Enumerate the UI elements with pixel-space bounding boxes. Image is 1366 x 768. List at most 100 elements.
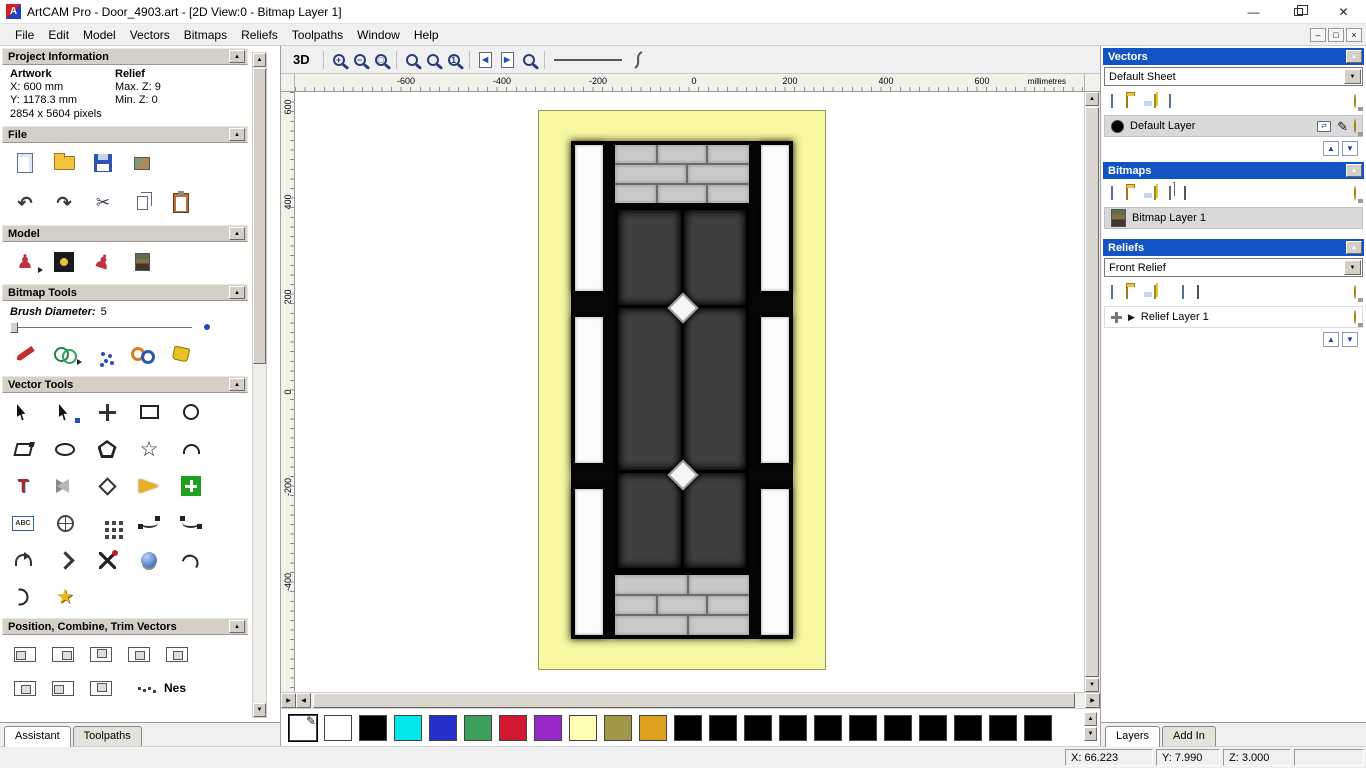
restore-button[interactable] xyxy=(1276,0,1321,23)
subtract-icon[interactable] xyxy=(50,675,76,701)
align-center-icon[interactable] xyxy=(164,641,190,667)
create-rectangle-icon[interactable] xyxy=(136,399,162,425)
color-swatch[interactable] xyxy=(779,714,807,741)
scroll-up-button[interactable]: ▲ xyxy=(253,53,266,67)
collapse-position-button[interactable]: ▲ xyxy=(229,620,245,633)
color-swatch[interactable] xyxy=(954,714,982,741)
collapse-bitmaps-button[interactable]: ▲ xyxy=(1346,164,1362,177)
zoom-objects-icon[interactable] xyxy=(426,53,439,66)
model-pose-icon[interactable]: ♟ xyxy=(90,249,116,275)
mdi-minimize-button[interactable]: – xyxy=(1310,27,1326,42)
cut-icon[interactable]: ✂ xyxy=(90,190,116,216)
color-swatch[interactable] xyxy=(814,714,842,741)
import-relief-icon[interactable] xyxy=(1154,285,1156,299)
active-color-swatch[interactable]: ✎ xyxy=(288,713,318,742)
zoom-in-icon[interactable]: + xyxy=(332,53,345,66)
relief-grid-icon[interactable] xyxy=(1197,285,1199,299)
array-icon[interactable] xyxy=(126,675,152,701)
color-swatch[interactable] xyxy=(604,714,632,741)
zoom-scale-icon[interactable]: 1 xyxy=(447,53,460,66)
scroll-left-button[interactable]: ◀ xyxy=(296,693,311,708)
create-star-icon[interactable]: ☆ xyxy=(136,436,162,462)
combine-icon[interactable] xyxy=(12,675,38,701)
toggle-all-visibility-icon[interactable] xyxy=(1354,285,1356,299)
brush-diameter-slider[interactable] xyxy=(10,321,240,334)
bitmaps-header[interactable]: Bitmaps ▲ xyxy=(1103,162,1364,179)
add-relief-icon[interactable] xyxy=(1111,311,1122,323)
scroll-down-button[interactable]: ▼ xyxy=(1085,678,1099,692)
move-layer-up-button[interactable]: ▲ xyxy=(1323,332,1339,347)
layer-visibility-icon[interactable] xyxy=(1354,119,1356,133)
transform-tool-icon[interactable] xyxy=(94,399,120,425)
paste-icon[interactable] xyxy=(168,190,194,216)
collapse-project-information-button[interactable]: ▲ xyxy=(229,50,245,63)
scroll-thumb[interactable] xyxy=(313,693,1075,708)
save-model-icon[interactable] xyxy=(90,150,116,176)
scroll-right-button[interactable]: ▶ xyxy=(1085,693,1100,708)
menu-help[interactable]: Help xyxy=(407,26,446,44)
pane-toggle-button[interactable]: ▶ xyxy=(281,693,296,708)
collapse-vectors-button[interactable]: ▲ xyxy=(1346,50,1362,63)
flood-fill-icon[interactable] xyxy=(129,341,155,367)
sheet-selector[interactable]: Default Sheet ▼ xyxy=(1104,67,1363,86)
collapse-model-button[interactable]: ▲ xyxy=(229,227,245,240)
spray-icon[interactable] xyxy=(90,341,116,367)
layer-visibility-icon[interactable] xyxy=(1354,310,1356,324)
paint-brush-icon[interactable] xyxy=(12,341,38,367)
tab-toolpaths[interactable]: Toolpaths xyxy=(72,726,142,746)
align-top-icon[interactable] xyxy=(88,641,114,667)
position-combine-trim-header[interactable]: Position, Combine, Trim Vectors ▲ xyxy=(2,618,248,635)
model-preview-icon[interactable] xyxy=(51,249,77,275)
create-polyline-icon[interactable] xyxy=(10,436,36,462)
new-relief-layer-icon[interactable] xyxy=(1111,285,1113,299)
collapse-bitmap-tools-button[interactable]: ▲ xyxy=(229,286,245,299)
fillet-curves-icon[interactable] xyxy=(136,510,162,536)
scroll-thumb[interactable] xyxy=(1085,107,1099,677)
measure-tool-icon[interactable] xyxy=(94,473,120,499)
mirror-curve-icon[interactable] xyxy=(10,584,36,610)
scroll-thumb[interactable] xyxy=(253,68,266,364)
texture-wrap-icon[interactable] xyxy=(52,510,78,536)
layer-colour-swatch[interactable] xyxy=(1111,119,1124,133)
move-layer-down-button[interactable]: ▼ xyxy=(1342,332,1358,347)
edit-layer-icon[interactable]: ✎ xyxy=(1337,120,1348,133)
paste-weave-icon[interactable] xyxy=(178,473,204,499)
palette-up-button[interactable]: ▲ xyxy=(1084,712,1097,726)
project-information-header[interactable]: Project Information ▲ xyxy=(2,48,248,65)
tab-add-in[interactable]: Add In xyxy=(1162,726,1216,746)
vector-layer-row[interactable]: Default Layer ⇄ ✎ xyxy=(1104,115,1363,137)
color-swatch[interactable] xyxy=(639,714,667,741)
align-bottom-icon[interactable] xyxy=(126,641,152,667)
color-swatch[interactable] xyxy=(569,714,597,741)
dropdown-arrow-icon[interactable]: ▼ xyxy=(1344,260,1361,275)
collapse-vector-tools-button[interactable]: ▲ xyxy=(229,378,245,391)
scroll-up-button[interactable]: ▲ xyxy=(1085,92,1099,106)
color-swatch[interactable] xyxy=(884,714,912,741)
color-swatch[interactable] xyxy=(534,714,562,741)
sheet-icon[interactable] xyxy=(1169,94,1171,108)
reliefs-header[interactable]: Reliefs ▲ xyxy=(1103,239,1364,256)
scroll-down-button[interactable]: ▼ xyxy=(253,703,266,717)
move-layer-down-button[interactable]: ▼ xyxy=(1342,141,1358,156)
vector-tools-header[interactable]: Vector Tools ▲ xyxy=(2,376,248,393)
palette-down-button[interactable]: ▼ xyxy=(1084,727,1097,741)
view-3d-button[interactable]: 3D xyxy=(289,51,314,68)
color-swatch[interactable] xyxy=(1024,714,1052,741)
align-right-icon[interactable] xyxy=(50,641,76,667)
create-text-icon[interactable]: T xyxy=(10,473,36,499)
collapse-reliefs-button[interactable]: ▲ xyxy=(1346,241,1362,254)
trim-vectors-icon[interactable] xyxy=(94,547,120,573)
relief-layer-row[interactable]: ▶ Relief Layer 1 xyxy=(1104,306,1363,328)
color-swatch[interactable] xyxy=(849,714,877,741)
line-preview-icon[interactable] xyxy=(553,58,622,61)
menu-file[interactable]: File xyxy=(8,26,41,44)
preview-bitmap-icon[interactable] xyxy=(1184,186,1186,200)
dropdown-arrow-icon[interactable]: ▼ xyxy=(1344,69,1361,84)
polyline-fit-icon[interactable] xyxy=(52,547,78,573)
menu-vectors[interactable]: Vectors xyxy=(123,26,177,44)
color-swatch[interactable] xyxy=(709,714,737,741)
block-copy-icon[interactable] xyxy=(94,510,120,536)
expand-relief-caret-icon[interactable]: ▶ xyxy=(1128,312,1135,323)
import-bitmap-icon[interactable] xyxy=(1154,186,1156,200)
import-vectors-icon[interactable] xyxy=(1154,94,1156,108)
